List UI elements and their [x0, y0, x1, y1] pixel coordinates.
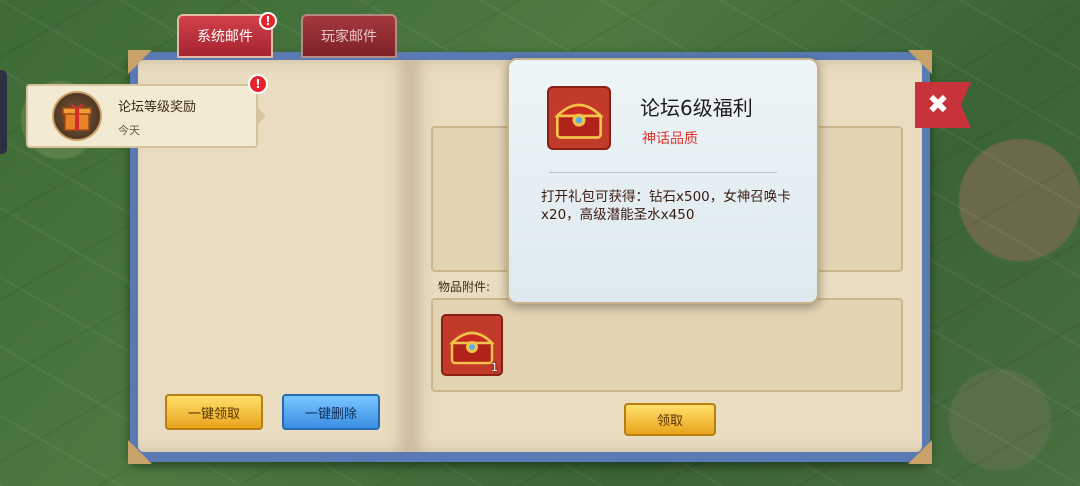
- item-count: 1: [491, 361, 498, 374]
- close-icon: ✖: [927, 90, 949, 120]
- popup-divider: [549, 172, 777, 173]
- side-edge-tab[interactable]: [0, 70, 7, 154]
- popup-quality: 神话品质: [642, 131, 698, 147]
- treasure-chest-icon: [448, 331, 496, 365]
- popup-description: 打开礼包可获得：钻石x500，女神召唤卡x20，高级潜能圣水x450: [541, 189, 791, 223]
- claim-button[interactable]: 领取: [624, 403, 716, 436]
- attachments-label: 物品附件:: [438, 280, 491, 294]
- attachment-item-slot[interactable]: 1: [441, 314, 503, 376]
- notification-badge: !: [259, 12, 277, 30]
- mail-list-item[interactable]: 论坛等级奖励 今天: [26, 84, 266, 148]
- delete-all-button[interactable]: 一键删除: [282, 394, 380, 430]
- item-tooltip-popup: 论坛6级福利 神话品质 打开礼包可获得：钻石x500，女神召唤卡x20，高级潜能…: [507, 58, 819, 304]
- mail-title: 论坛等级奖励: [118, 100, 197, 115]
- unread-badge: !: [248, 74, 268, 94]
- tab-player-mail-label: 玩家邮件: [321, 29, 377, 45]
- claim-all-button[interactable]: 一键领取: [165, 394, 263, 430]
- gift-box-icon: [52, 91, 102, 141]
- tab-player-mail[interactable]: 玩家邮件: [301, 14, 397, 58]
- mail-date: 今天: [118, 124, 140, 137]
- treasure-chest-icon: [547, 86, 611, 150]
- popup-title: 论坛6级福利: [640, 96, 753, 120]
- tab-system-mail[interactable]: 系统邮件 !: [177, 12, 277, 58]
- tab-system-mail-label: 系统邮件: [197, 29, 253, 45]
